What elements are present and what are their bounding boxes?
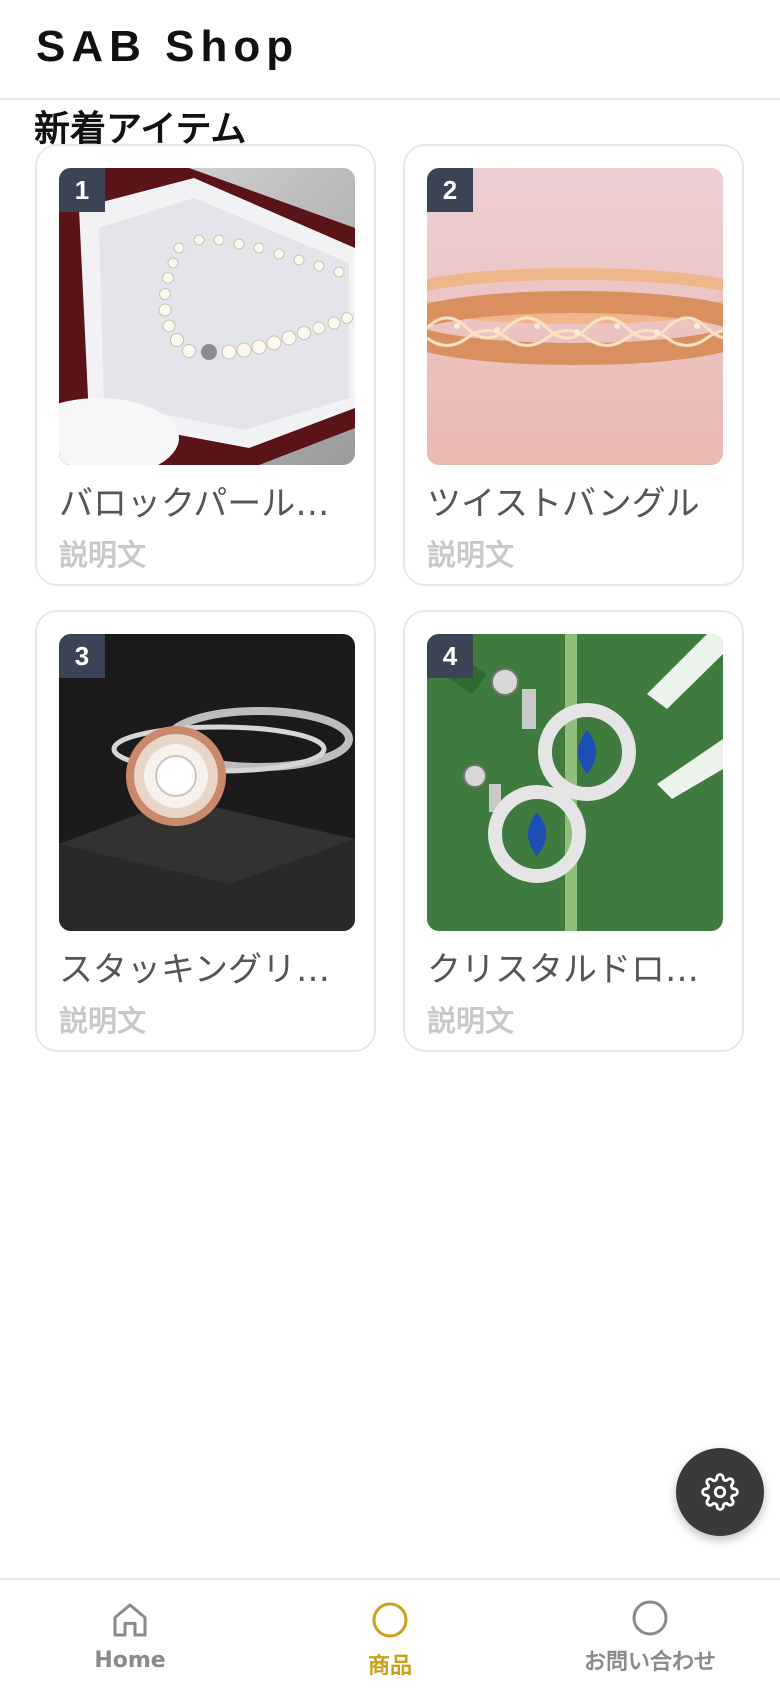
app-header: SAB Shop (0, 0, 780, 100)
rank-badge: 3 (59, 634, 105, 678)
product-name: バロックパールネ... (59, 484, 359, 524)
gear-icon (701, 1473, 739, 1511)
circle-icon (370, 1600, 410, 1640)
product-name: ツイストバングル (427, 484, 700, 524)
product-description: 説明文 (427, 538, 515, 572)
tab-products[interactable]: 商品 (260, 1580, 520, 1688)
tab-label: Home (94, 1648, 166, 1673)
product-card[interactable]: 3 スタッキングリン... 説明文 (35, 610, 376, 1052)
tab-label: 商品 (367, 1654, 412, 1679)
settings-button[interactable] (676, 1448, 764, 1536)
app-title: SAB Shop (36, 22, 300, 71)
bottom-tab-bar: Home 商品 お問い合わせ (0, 1578, 780, 1688)
tab-contact[interactable]: お問い合わせ (520, 1580, 780, 1688)
product-description: 説明文 (59, 1004, 147, 1038)
product-name: スタッキングリン... (59, 950, 359, 990)
product-description: 説明文 (427, 1004, 515, 1038)
bangle-image (427, 168, 723, 465)
product-name: クリスタルドロッ... (427, 950, 727, 990)
pearl-necklace-image (59, 168, 355, 465)
circle-icon (630, 1598, 670, 1638)
product-card[interactable]: 1 バロックパールネ... 説明文 (35, 144, 376, 586)
product-description: 説明文 (59, 538, 147, 572)
product-card[interactable]: 2 ツイストバングル 説明文 (403, 144, 744, 586)
earrings-image (427, 634, 723, 931)
ring-image (59, 634, 355, 931)
rank-badge: 4 (427, 634, 473, 678)
tab-label: お問い合わせ (583, 1650, 716, 1675)
rank-badge: 2 (427, 168, 473, 212)
tab-home[interactable]: Home (0, 1580, 260, 1688)
rank-badge: 1 (59, 168, 105, 212)
home-icon (110, 1600, 150, 1640)
product-card[interactable]: 4 クリスタルドロッ... 説明文 (403, 610, 744, 1052)
